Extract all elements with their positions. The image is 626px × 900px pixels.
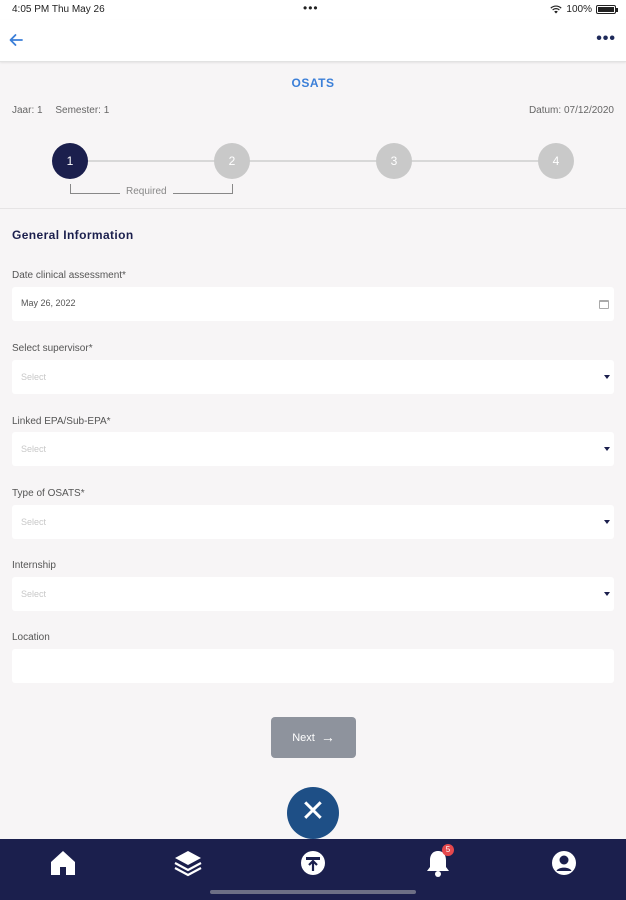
epa-placeholder: Select	[21, 444, 47, 454]
osats-type-field-label: Type of OSATS*	[12, 488, 85, 499]
home-indicator	[210, 890, 416, 894]
step-2[interactable]: 2	[214, 143, 250, 179]
date-field-label: Date clinical assessment*	[12, 270, 126, 281]
arrow-right-icon: →	[320, 729, 335, 745]
battery-fill	[598, 7, 614, 12]
calendar-icon[interactable]	[599, 300, 609, 309]
notification-badge: 5	[442, 844, 454, 856]
tab-home[interactable]	[47, 847, 79, 879]
bottom-tab-bar: 5	[0, 839, 626, 900]
close-fab-button[interactable]: ✕	[287, 787, 339, 839]
close-icon: ✕	[300, 795, 326, 828]
semester-label: Semester: 1	[55, 105, 110, 116]
progress-stepper: 1 2 3 4	[52, 143, 576, 179]
supervisor-field-label: Select supervisor*	[12, 343, 93, 354]
year-label: Jaar: 1	[12, 105, 43, 116]
account-icon	[552, 851, 576, 875]
tab-account[interactable]	[548, 847, 580, 879]
wifi-icon	[550, 5, 563, 14]
internship-select[interactable]: Select	[12, 577, 614, 611]
supervisor-select[interactable]: Select	[12, 360, 614, 394]
required-label: Required	[120, 186, 173, 197]
step-4[interactable]: 4	[538, 143, 574, 179]
status-time-date: 4:05 PM Thu May 26	[12, 4, 105, 15]
supervisor-placeholder: Select	[21, 372, 47, 382]
step-3[interactable]: 3	[376, 143, 412, 179]
location-input[interactable]	[12, 649, 614, 683]
tab-notifications[interactable]: 5	[422, 844, 454, 879]
osats-type-select[interactable]: Select	[12, 505, 614, 539]
battery-percent: 100%	[566, 4, 592, 15]
internship-placeholder: Select	[21, 589, 47, 599]
arrow-left-icon[interactable]	[8, 32, 28, 52]
status-bar: 4:05 PM Thu May 26 ••• 100%	[0, 0, 626, 20]
date-field-value: May 26, 2022	[21, 298, 76, 308]
next-button[interactable]: Next →	[271, 717, 356, 758]
more-horizontal-icon[interactable]: •••	[596, 30, 616, 48]
tab-layers[interactable]	[172, 847, 204, 879]
date-label: Datum: 07/12/2020	[528, 105, 614, 116]
internship-field-label: Internship	[12, 560, 56, 571]
osats-type-placeholder: Select	[21, 517, 47, 527]
status-dots: •••	[303, 1, 319, 15]
status-right: 100%	[550, 4, 618, 15]
navigation-bar: •••	[0, 20, 626, 62]
date-field[interactable]: May 26, 2022	[12, 287, 614, 321]
chevron-down-icon	[604, 375, 610, 379]
chevron-down-icon	[604, 447, 610, 451]
chevron-down-icon	[604, 520, 610, 524]
layers-icon	[174, 851, 202, 877]
home-icon	[51, 851, 75, 875]
epa-select[interactable]: Select	[12, 432, 614, 466]
stepper-line	[70, 160, 558, 162]
battery-icon	[596, 5, 618, 14]
step-1[interactable]: 1	[52, 143, 88, 179]
tab-inbox[interactable]	[297, 847, 329, 879]
divider	[0, 208, 626, 209]
chevron-down-icon	[604, 592, 610, 596]
section-title: General Information	[12, 228, 134, 242]
page-title: OSATS	[291, 76, 335, 90]
next-button-label: Next	[292, 732, 315, 744]
inbox-icon	[301, 851, 325, 875]
location-field-label: Location	[12, 632, 50, 643]
year-semester: Jaar: 1 Semester: 1	[12, 105, 119, 116]
epa-field-label: Linked EPA/Sub-EPA*	[12, 416, 111, 427]
